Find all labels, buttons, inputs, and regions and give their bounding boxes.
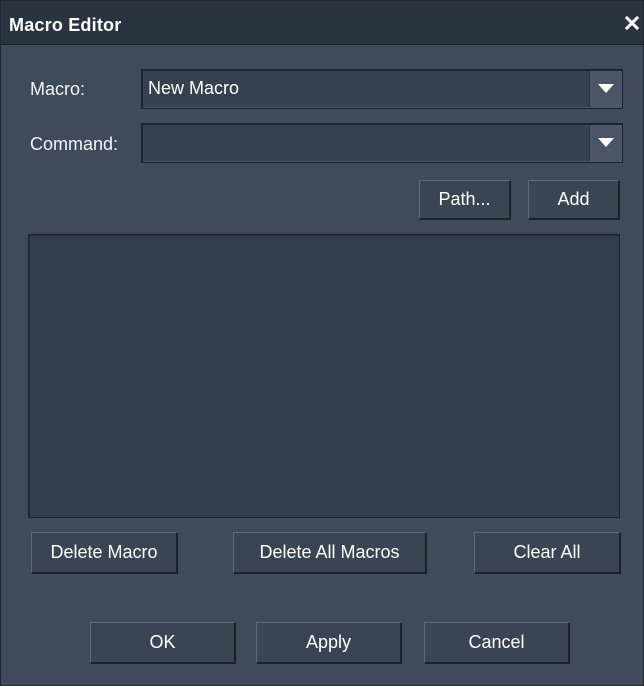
window-title: Macro Editor [9, 15, 122, 35]
close-icon[interactable] [624, 15, 640, 31]
add-button[interactable]: Add [528, 180, 620, 220]
apply-button[interactable]: Apply [256, 622, 402, 664]
macro-commands-list[interactable] [28, 234, 620, 518]
macro-editor-window: Macro Editor Macro: New Macro Command: P… [0, 0, 644, 686]
command-dropdown-button[interactable] [589, 125, 621, 161]
macro-dropdown[interactable]: New Macro [141, 69, 623, 109]
macro-dropdown-button[interactable] [589, 71, 621, 107]
title-bar[interactable]: Macro Editor [1, 1, 643, 45]
path-button[interactable]: Path... [419, 180, 511, 220]
macro-dropdown-value: New Macro [148, 78, 240, 98]
triangle-down-icon [598, 138, 614, 147]
cancel-button[interactable]: Cancel [424, 622, 570, 664]
delete-all-macros-button[interactable]: Delete All Macros [233, 532, 427, 574]
delete-macro-button[interactable]: Delete Macro [31, 532, 178, 574]
macro-label: Macro: [30, 79, 86, 99]
clear-all-button[interactable]: Clear All [474, 532, 621, 574]
command-label: Command: [30, 134, 119, 154]
ok-button[interactable]: OK [90, 622, 236, 664]
command-dropdown[interactable] [141, 123, 623, 163]
triangle-down-icon [598, 84, 614, 93]
